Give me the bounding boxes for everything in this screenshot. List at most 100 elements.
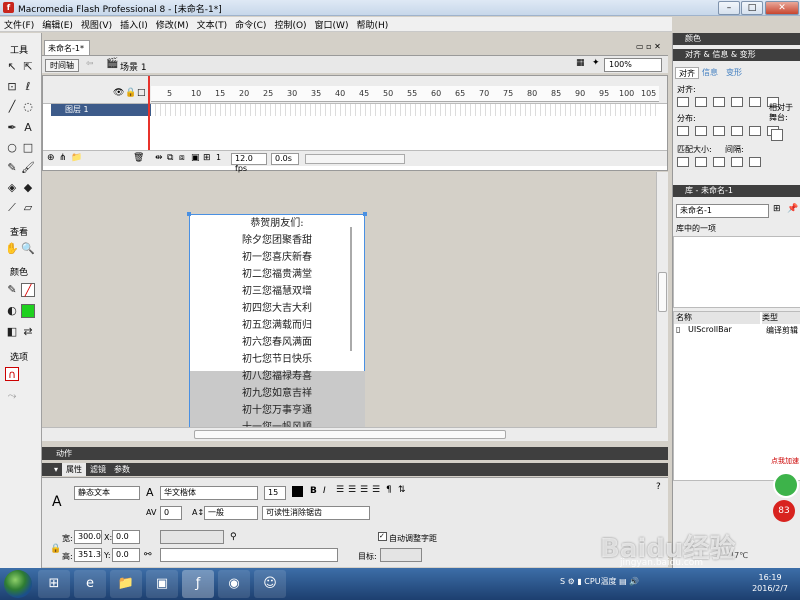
pen-tool-icon[interactable]: ✒ — [5, 121, 19, 135]
stage-text-block[interactable]: 恭贺朋友们: 除夕您团聚香甜 初一您喜庆新春 初二您福贵满堂 初三您福慧双增 初… — [187, 212, 367, 429]
text-type-select[interactable]: 静态文本 — [74, 486, 140, 500]
paragraph-icon[interactable]: ¶ — [386, 485, 392, 495]
tab-parameters[interactable]: 参数 — [110, 463, 134, 476]
paint-bucket-icon[interactable]: ◆ — [21, 181, 35, 195]
lock-ratio-icon[interactable]: 🔒 — [50, 544, 61, 554]
line-tool-icon[interactable]: ╱ — [5, 100, 19, 114]
minimize-button[interactable]: – — [718, 1, 740, 15]
edit-multiple-icon[interactable]: ▣ — [191, 153, 200, 163]
tray-network-icon[interactable]: ▤ — [619, 577, 627, 586]
taskbar-flash-icon[interactable]: ƒ — [182, 570, 214, 598]
start-button[interactable] — [4, 570, 32, 598]
y-field[interactable]: 0.0 — [112, 548, 140, 562]
vscroll-thumb[interactable] — [658, 272, 667, 312]
tab-properties[interactable]: 属性 — [62, 463, 87, 476]
fill-color-icon[interactable]: ◐ — [5, 304, 19, 318]
timeline-toggle-button[interactable]: 时间轴 — [45, 59, 79, 72]
tray-battery-icon[interactable]: ▮ — [577, 577, 581, 586]
align-right-edge-icon[interactable] — [713, 97, 725, 107]
selection-tool-icon[interactable]: ↖ — [5, 60, 19, 74]
edit-scene-icon[interactable]: ▦ — [576, 58, 585, 68]
align-right-icon[interactable]: ☰ — [360, 485, 368, 495]
help-icon[interactable]: ? — [656, 482, 661, 492]
font-size-field[interactable]: 15 — [264, 486, 286, 500]
col-type-header[interactable]: 类型 — [762, 312, 800, 324]
menu-help[interactable]: 帮助(H) — [352, 17, 392, 32]
lock-icon[interactable]: 🔒 — [125, 88, 136, 98]
onion-skin-icon[interactable]: ⧉ — [167, 153, 173, 163]
actions-panel-header[interactable]: 动作 — [42, 447, 668, 460]
align-top-edge-icon[interactable] — [731, 97, 743, 107]
col-name-header[interactable]: 名称 — [674, 312, 760, 324]
onion-outline-icon[interactable]: ⧈ — [179, 153, 185, 163]
hand-tool-icon[interactable]: ✋ — [5, 242, 19, 256]
library-item-name[interactable]: UIScrollBar — [688, 325, 732, 334]
align-left-icon[interactable]: ☰ — [336, 485, 344, 495]
text-direction-icon[interactable]: ⇅ — [398, 485, 406, 495]
menu-edit[interactable]: 编辑(E) — [38, 17, 77, 32]
add-folder-icon[interactable]: 📁 — [71, 153, 82, 163]
document-hscroll[interactable] — [42, 427, 668, 441]
eraser-icon[interactable]: ▱ — [21, 201, 35, 215]
library-select[interactable]: 未命名-1 — [676, 204, 769, 218]
speed-badge[interactable]: 点我加速 83 — [771, 456, 799, 526]
tab-align[interactable]: 对齐 — [675, 67, 699, 79]
color-panel-header[interactable]: 颜色 — [673, 33, 800, 45]
add-layer-icon[interactable]: ⊕ — [47, 153, 55, 163]
x-field[interactable]: 0.0 — [112, 530, 140, 544]
frame-cells[interactable] — [151, 104, 659, 116]
justify-icon[interactable]: ☰ — [372, 485, 380, 495]
space-horizontal-icon[interactable] — [749, 157, 761, 167]
match-height-icon[interactable] — [695, 157, 707, 167]
menu-view[interactable]: 视图(V) — [77, 17, 116, 32]
edit-symbol-icon[interactable]: ✦ — [592, 58, 600, 68]
tab-transform[interactable]: 变形 — [723, 67, 745, 79]
match-width-icon[interactable] — [677, 157, 689, 167]
delete-layer-icon[interactable]: 🗑 — [133, 153, 144, 163]
width-field[interactable]: 300.0 — [74, 530, 102, 544]
brush-tool-icon[interactable]: 🖌 — [21, 161, 35, 175]
menu-modify[interactable]: 修改(M) — [152, 17, 193, 32]
menu-commands[interactable]: 命令(C) — [231, 17, 270, 32]
zoom-select[interactable]: 100% — [604, 58, 662, 72]
taskbar-clock[interactable]: 16:19 2016/2/7 — [752, 572, 788, 594]
timeline-hscroll[interactable] — [305, 154, 405, 164]
frame-ruler[interactable]: 5 10 15 20 25 30 35 40 45 50 55 60 65 70… — [151, 86, 659, 102]
render-mode-select[interactable]: 可读性消除锯齿 — [262, 506, 370, 520]
eye-icon[interactable]: 👁 — [113, 88, 124, 98]
taskbar-windows-icon[interactable]: ⊞ — [38, 570, 70, 598]
letter-spacing-field[interactable]: 0 — [160, 506, 182, 520]
maximize-button[interactable]: □ — [741, 1, 763, 15]
close-button[interactable]: ✕ — [765, 1, 799, 15]
instance-name-field[interactable] — [160, 530, 224, 544]
tab-filters[interactable]: 滤镜 — [86, 463, 110, 476]
lasso-icon[interactable]: ◌ — [21, 100, 35, 114]
tray-volume-icon[interactable]: 🔊 — [629, 577, 639, 586]
auto-kern-checkbox[interactable]: ✓ — [378, 532, 387, 541]
distribute-top-icon[interactable] — [677, 126, 689, 136]
distribute-vcenter-icon[interactable] — [695, 126, 707, 136]
oval-tool-icon[interactable]: ○ — [5, 141, 19, 155]
lasso-tool-icon[interactable]: ℓ — [21, 80, 35, 94]
font-select[interactable]: 华文楷体 — [160, 486, 258, 500]
to-stage-toggle[interactable] — [771, 129, 783, 141]
spacing-mode-select[interactable]: 一般 — [204, 506, 258, 520]
document-vscroll[interactable] — [656, 172, 668, 428]
match-both-icon[interactable] — [713, 157, 725, 167]
doc-window-controls[interactable]: ▭ ▫ ✕ — [636, 42, 661, 51]
stroke-color-icon[interactable]: ✎ — [5, 283, 19, 297]
hscroll-thumb[interactable] — [194, 430, 506, 439]
italic-button[interactable]: I — [323, 486, 326, 496]
target-select[interactable] — [380, 548, 422, 562]
align-vcenter-icon[interactable] — [749, 97, 761, 107]
layer-name[interactable]: 图层 1 — [51, 104, 151, 116]
new-library-icon[interactable]: ⊞ — [773, 204, 781, 214]
height-field[interactable]: 351.3 — [74, 548, 102, 562]
text-color-swatch[interactable] — [292, 486, 303, 497]
menu-text[interactable]: 文本(T) — [193, 17, 232, 32]
ink-bottle-icon[interactable]: ◈ — [5, 181, 19, 195]
tab-info[interactable]: 信息 — [699, 67, 721, 79]
stroke-color-swatch[interactable]: ╱ — [21, 283, 35, 297]
tray-s-icon[interactable]: S — [560, 577, 565, 586]
distribute-left-icon[interactable] — [731, 126, 743, 136]
